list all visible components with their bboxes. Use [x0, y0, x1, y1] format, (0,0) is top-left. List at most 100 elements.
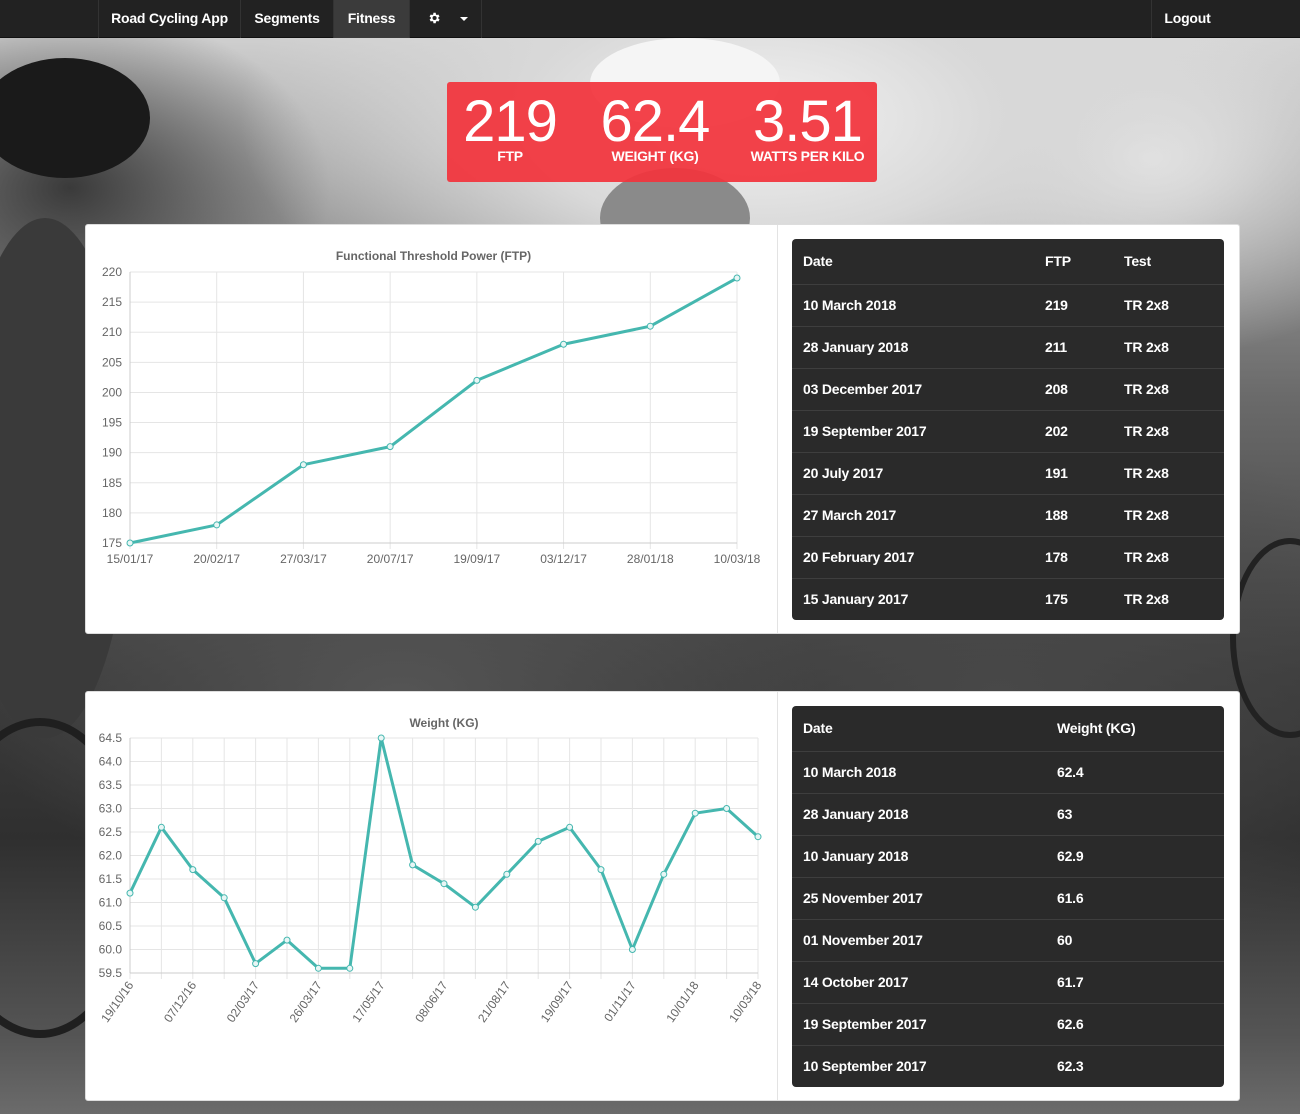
table-row: 28 January 2018 63: [792, 792, 1224, 835]
cell-weight: 62.6: [1046, 1002, 1224, 1045]
data-point[interactable]: [409, 861, 417, 869]
table-header-row: Date FTP Test: [792, 239, 1224, 284]
data-point[interactable]: [346, 964, 354, 972]
x-tick-label: 20/07/17: [367, 552, 414, 566]
table-row: 14 October 2017 61.7: [792, 960, 1224, 1003]
column-header-ftp: FTP: [1045, 253, 1071, 270]
y-tick-label: 62.0: [99, 849, 123, 863]
cell-ftp: 178: [1034, 535, 1113, 578]
table-row: 10 September 2017 62.3: [792, 1044, 1224, 1087]
x-tick-label: 27/03/17: [280, 552, 327, 566]
data-point[interactable]: [660, 870, 668, 878]
table-row: 28 January 2018 211 TR 2x8: [792, 325, 1224, 368]
y-tick-label: 185: [102, 476, 122, 490]
data-point[interactable]: [220, 894, 228, 902]
table-row: 10 March 2018 62.4: [792, 750, 1224, 793]
cell-ftp: 188: [1034, 493, 1113, 536]
logout-link[interactable]: Logout: [1151, 0, 1223, 38]
cell-weight: 61.6: [1046, 876, 1224, 919]
x-tick-label: 19/10/16: [98, 978, 136, 1025]
data-point[interactable]: [386, 443, 394, 451]
x-tick-label: 10/03/18: [714, 552, 761, 566]
x-tick-label: 15/01/17: [107, 552, 154, 566]
cell-date: 19 September 2017: [792, 409, 1034, 452]
chart-title: Functional Threshold Power (FTP): [336, 249, 531, 263]
table-header-row: Date Weight (KG): [792, 706, 1224, 751]
data-point[interactable]: [157, 823, 165, 831]
cell-date: 10 January 2018: [792, 834, 1046, 877]
data-point[interactable]: [733, 274, 741, 282]
x-tick-label: 19/09/17: [453, 552, 500, 566]
data-point[interactable]: [566, 823, 574, 831]
data-point[interactable]: [314, 964, 322, 972]
settings-dropdown[interactable]: [410, 0, 482, 38]
data-point[interactable]: [597, 866, 605, 874]
cell-test: TR 2x8: [1113, 493, 1224, 536]
data-point[interactable]: [189, 866, 197, 874]
y-tick-label: 60.0: [99, 943, 123, 957]
data-point[interactable]: [723, 805, 731, 812]
brand-link[interactable]: Road Cycling App: [98, 0, 241, 38]
cell-test: TR 2x8: [1113, 409, 1224, 452]
data-point[interactable]: [534, 837, 542, 845]
cell-date: 20 February 2017: [792, 535, 1034, 578]
weight-panel: Weight (KG) 64.5 64.0 63.5 63.0 62.5 62.0 61.5 6…: [85, 691, 1240, 1101]
cell-date: 03 December 2017: [792, 367, 1034, 410]
data-point[interactable]: [252, 960, 260, 968]
nav-fitness[interactable]: Fitness: [334, 0, 410, 38]
cell-test: TR 2x8: [1113, 577, 1224, 620]
y-tick-label: 205: [102, 355, 122, 369]
cell-weight: 62.9: [1046, 834, 1224, 877]
data-point[interactable]: [754, 833, 762, 841]
column-header-date: Date: [803, 720, 833, 737]
ftp-chart: Functional Threshold Power (FTP) 220 215 21…: [102, 249, 761, 566]
data-point[interactable]: [628, 946, 636, 953]
cell-date: 20 July 2017: [792, 451, 1034, 494]
cell-date: 27 March 2017: [792, 493, 1034, 536]
y-tick-label: 62.5: [99, 825, 123, 839]
cell-test: TR 2x8: [1113, 283, 1224, 326]
panel-divider: [777, 692, 778, 1100]
cell-date: 15 January 2017: [792, 577, 1034, 620]
cell-date: 10 March 2018: [792, 750, 1046, 793]
data-point[interactable]: [299, 461, 307, 469]
y-tick-label: 190: [102, 446, 122, 460]
cell-date: 01 November 2017: [792, 918, 1046, 961]
x-tick-label: 17/05/17: [349, 978, 387, 1025]
data-point[interactable]: [503, 870, 511, 878]
bike-wheel-right: [1230, 538, 1300, 738]
table-row: 10 March 2018 219 TR 2x8: [792, 283, 1224, 326]
data-point[interactable]: [473, 376, 481, 384]
data-point[interactable]: [377, 734, 385, 742]
table-row: 20 July 2017 191 TR 2x8: [792, 451, 1224, 494]
data-point[interactable]: [126, 889, 134, 897]
data-point[interactable]: [213, 521, 221, 529]
y-tick-label: 59.5: [99, 966, 123, 980]
table-row: 25 November 2017 61.6: [792, 876, 1224, 919]
cell-ftp: 219: [1034, 283, 1113, 326]
data-point[interactable]: [126, 539, 134, 547]
table-row: 03 December 2017 208 TR 2x8: [792, 367, 1224, 410]
cell-date: 10 March 2018: [792, 283, 1034, 326]
x-tick-label: 08/06/17: [412, 978, 450, 1025]
data-point[interactable]: [283, 936, 291, 944]
nav-segments[interactable]: Segments: [241, 0, 334, 38]
cell-test: TR 2x8: [1113, 451, 1224, 494]
chart-title: Weight (KG): [409, 716, 478, 730]
data-point[interactable]: [691, 809, 699, 817]
y-tick-label: 195: [102, 416, 122, 430]
x-tick-label: 02/03/17: [224, 978, 262, 1025]
x-tick-label: 07/12/16: [161, 978, 199, 1025]
data-point[interactable]: [646, 322, 654, 330]
data-point[interactable]: [440, 880, 448, 888]
data-point[interactable]: [560, 340, 568, 348]
cell-date: 14 October 2017: [792, 960, 1046, 1003]
column-header-date: Date: [803, 253, 833, 270]
stat-watts-per-kilo: 3.51 WATTS PER KILO: [745, 82, 870, 165]
table-row: 01 November 2017 60: [792, 918, 1224, 961]
y-tick-label: 175: [102, 536, 122, 550]
y-tick-label: 210: [102, 325, 122, 339]
table-row: 10 January 2018 62.9: [792, 834, 1224, 877]
data-point[interactable]: [471, 903, 479, 911]
cell-ftp: 191: [1034, 451, 1113, 494]
